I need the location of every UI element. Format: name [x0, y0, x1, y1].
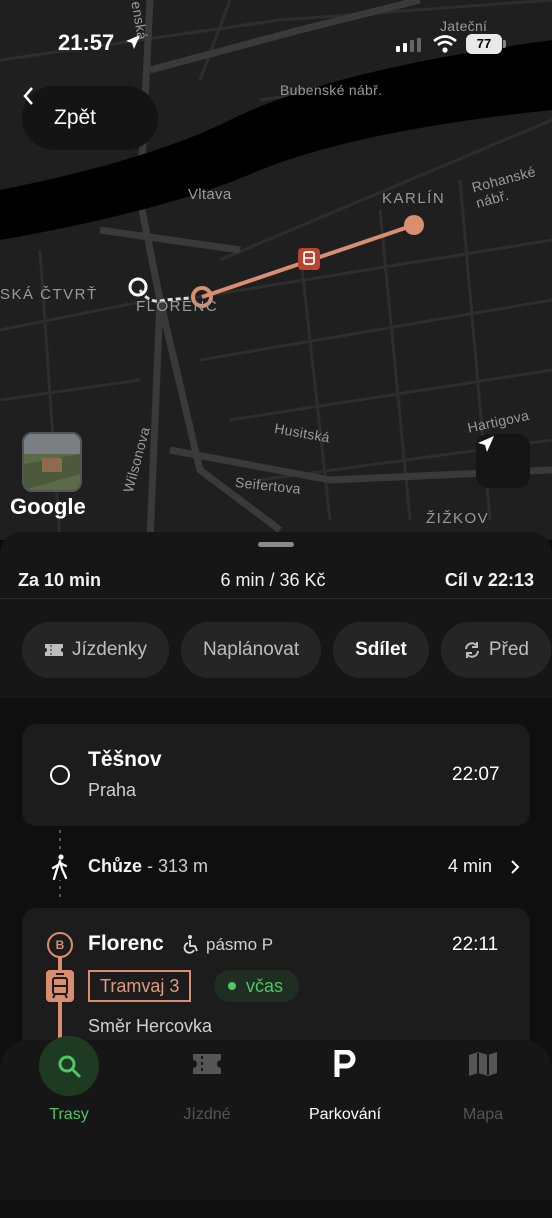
stop-city: Praha: [88, 780, 137, 800]
ticket-icon: [45, 644, 63, 656]
nav-trasy-icon-bg: [39, 1036, 99, 1096]
action-chips: Jízdenky Naplánovat Sdílet Před: [22, 622, 551, 678]
nav-parkovani-icon: [315, 1034, 375, 1094]
bottom-navigation: Trasy Jízdné Parkování Mapa: [0, 1036, 552, 1200]
map-label-karlin: KARLÍN: [382, 190, 446, 207]
refresh-icon: [464, 642, 479, 658]
share-chip-label: Sdílet: [355, 639, 407, 660]
parking-icon: [334, 1050, 356, 1077]
map-label-florenc: FLORENC: [136, 298, 219, 315]
map-label-vltava: Vltava: [188, 186, 232, 203]
summary-arrive: Cíl v 22:13: [444, 569, 534, 590]
sheet-drag-handle[interactable]: [258, 542, 294, 547]
share-chip[interactable]: Sdílet: [333, 622, 429, 678]
tickets-chip[interactable]: Jízdenky: [22, 622, 169, 678]
walk-segment[interactable]: Chůze - 313 m 4 min: [22, 830, 530, 902]
nav-jizdne-icon: [177, 1034, 237, 1094]
walk-distance: - 313 m: [142, 856, 209, 876]
battery-cap: [503, 40, 506, 48]
nav-mapa-label: Mapa: [462, 1106, 504, 1123]
status-bar: 21:57 77: [0, 0, 552, 90]
my-location-button[interactable]: [476, 434, 530, 488]
route-summary: Za 10 min 6 min / 36 Kč Cíl v 22:13: [0, 560, 552, 600]
street-view-thumbnail[interactable]: [22, 432, 82, 492]
wifi-icon: [433, 35, 457, 53]
nav-mapa[interactable]: Mapa: [414, 1040, 552, 1150]
location-arrow-icon: [478, 436, 494, 452]
walking-person-icon: [50, 854, 70, 880]
search-icon: [58, 1055, 81, 1078]
ticket-icon: [193, 1054, 221, 1074]
stop-name: Florenc: [88, 932, 164, 955]
stop-name: Těšnov: [88, 748, 162, 771]
map-label-ska-ctvrt: SKÁ ČTVRŤ: [0, 286, 98, 303]
schedule-chip-label: Naplánovat: [202, 639, 300, 660]
wheelchair-icon: [183, 935, 198, 954]
stop-circle-icon: [50, 765, 70, 785]
nav-jizdne-label: Jízdné: [183, 1106, 231, 1123]
stop-time: 22:07: [452, 764, 500, 785]
tram-icon: [46, 970, 74, 1002]
summary-duration-price: 6 min / 36 Kč: [220, 569, 326, 590]
nav-trasy-label: Trasy: [49, 1106, 89, 1123]
nav-parkovani-label: Parkování: [308, 1106, 382, 1123]
summary-depart: Za 10 min: [18, 569, 102, 590]
nav-trasy[interactable]: Trasy: [0, 1036, 138, 1150]
map-label-zizkov: ŽIŽKOV: [426, 510, 490, 527]
tickets-chip-label: Jízdenky: [72, 639, 147, 660]
previous-chip[interactable]: Před: [440, 622, 551, 678]
map-icon: [469, 1052, 497, 1076]
stop-time: 22:11: [452, 934, 499, 955]
status-time: 21:57: [58, 30, 115, 55]
battery-indicator: 77: [466, 34, 502, 54]
platform-badge: B: [47, 932, 73, 958]
back-button[interactable]: Zpět: [22, 86, 158, 150]
stop-card-tesnov[interactable]: Těšnov Praha 22:07: [22, 724, 530, 826]
status-dot: [228, 982, 236, 990]
walk-label: Chůze: [88, 856, 142, 876]
nav-mapa-icon: [453, 1034, 513, 1094]
schedule-chip[interactable]: Naplánovat: [180, 622, 322, 678]
fare-zone: pásmo P: [206, 935, 274, 954]
nav-jizdne[interactable]: Jízdné: [138, 1040, 276, 1150]
divider: [0, 598, 552, 599]
walk-info: Chůze - 313 m: [88, 856, 208, 877]
previous-chip-label: Před: [488, 639, 529, 660]
back-button-label: Zpět: [54, 106, 97, 129]
line-badge: Tramvaj 3: [88, 970, 192, 1002]
location-arrow-icon: [126, 35, 140, 49]
chevron-right-icon: [511, 860, 520, 874]
cellular-signal-icon: [396, 38, 421, 52]
nav-parkovani[interactable]: Parkování: [276, 1040, 414, 1150]
google-logo: Google: [10, 494, 86, 519]
status-badge: včas: [214, 970, 300, 1002]
status-label: včas: [246, 975, 284, 996]
walk-duration: 4 min: [448, 856, 493, 876]
